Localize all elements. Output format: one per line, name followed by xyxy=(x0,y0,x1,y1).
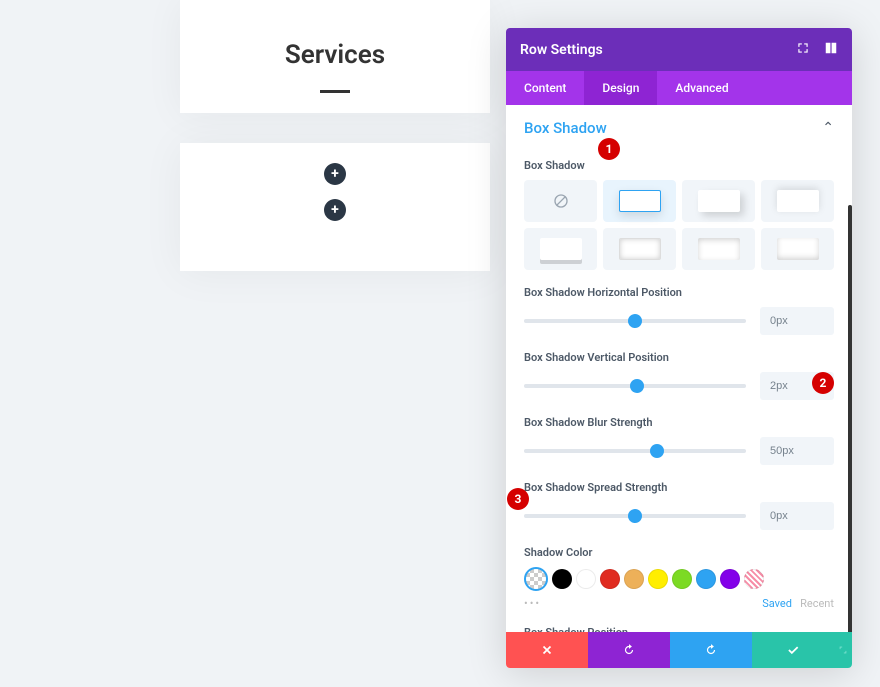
slider-vertical[interactable] xyxy=(524,384,746,388)
label-horizontal: Box Shadow Horizontal Position xyxy=(524,286,834,299)
input-horizontal[interactable] xyxy=(760,307,834,335)
settings-panel: Row Settings Content Design Advanced Box… xyxy=(506,28,852,668)
slider-horizontal[interactable] xyxy=(524,319,746,323)
annotation-3: 3 xyxy=(507,488,529,510)
input-blur[interactable] xyxy=(760,437,834,465)
add-row-button[interactable]: + xyxy=(324,199,346,221)
swatch-red[interactable] xyxy=(600,569,620,589)
tab-advanced[interactable]: Advanced xyxy=(657,71,746,105)
swatch-orange[interactable] xyxy=(624,569,644,589)
swatch-blue[interactable] xyxy=(696,569,716,589)
snap-icon[interactable] xyxy=(824,40,838,59)
swatch-transparent[interactable] xyxy=(524,567,548,591)
panel-header: Row Settings xyxy=(506,28,852,71)
scrollbar[interactable] xyxy=(848,205,852,632)
preview-divider xyxy=(320,90,350,93)
annotation-1: 1 xyxy=(598,138,620,160)
preset-2[interactable] xyxy=(682,180,755,222)
swatch-black[interactable] xyxy=(552,569,572,589)
preset-1[interactable] xyxy=(603,180,676,222)
swatch-purple[interactable] xyxy=(720,569,740,589)
shadow-presets xyxy=(524,180,834,270)
tab-content[interactable]: Content xyxy=(506,71,584,105)
more-colors-icon[interactable]: ••• xyxy=(524,597,541,610)
slider-blur[interactable] xyxy=(524,449,746,453)
preset-6[interactable] xyxy=(682,228,755,270)
swatch-yellow[interactable] xyxy=(648,569,668,589)
color-swatches xyxy=(524,567,834,591)
add-row-button[interactable]: + xyxy=(324,163,346,185)
swatch-white[interactable] xyxy=(576,569,596,589)
section-box-shadow: Box Shadow ⌃ Box Shadow Box Shado xyxy=(506,105,852,632)
label-vertical: Box Shadow Vertical Position xyxy=(524,351,834,364)
panel-body: Box Shadow ⌃ Box Shadow Box Shado xyxy=(506,105,852,632)
save-button[interactable] xyxy=(752,632,834,668)
swatch-custom[interactable] xyxy=(744,569,764,589)
section-title: Box Shadow xyxy=(524,119,607,137)
swatch-green[interactable] xyxy=(672,569,692,589)
recent-tab[interactable]: Recent xyxy=(800,597,834,610)
input-spread[interactable] xyxy=(760,502,834,530)
undo-button[interactable] xyxy=(588,632,670,668)
preview-title: Services xyxy=(180,40,490,70)
tab-design[interactable]: Design xyxy=(584,71,657,105)
label-shadow-color: Shadow Color xyxy=(524,546,834,559)
label-position: Box Shadow Position xyxy=(524,626,834,632)
label-spread: Box Shadow Spread Strength xyxy=(524,481,834,494)
preset-5[interactable] xyxy=(603,228,676,270)
expand-save-icon[interactable] xyxy=(834,632,852,668)
redo-button[interactable] xyxy=(670,632,752,668)
tabs: Content Design Advanced xyxy=(506,71,852,105)
chevron-up-icon: ⌃ xyxy=(822,120,834,136)
expand-icon[interactable] xyxy=(796,40,810,59)
panel-footer xyxy=(506,632,852,668)
preset-3[interactable] xyxy=(761,180,834,222)
slider-spread[interactable] xyxy=(524,514,746,518)
close-button[interactable] xyxy=(506,632,588,668)
annotation-2: 2 xyxy=(812,372,834,394)
panel-title: Row Settings xyxy=(520,42,603,58)
preview-area: Services + + xyxy=(180,0,490,687)
preview-header-card: Services xyxy=(180,0,490,113)
section-header-box-shadow[interactable]: Box Shadow ⌃ xyxy=(524,119,834,143)
saved-tab[interactable]: Saved xyxy=(762,597,792,610)
none-icon xyxy=(553,193,569,209)
preset-none[interactable] xyxy=(524,180,597,222)
label-blur: Box Shadow Blur Strength xyxy=(524,416,834,429)
label-box-shadow: Box Shadow xyxy=(524,159,834,172)
preview-body: + + xyxy=(180,143,490,271)
preset-4[interactable] xyxy=(524,228,597,270)
preset-7[interactable] xyxy=(761,228,834,270)
